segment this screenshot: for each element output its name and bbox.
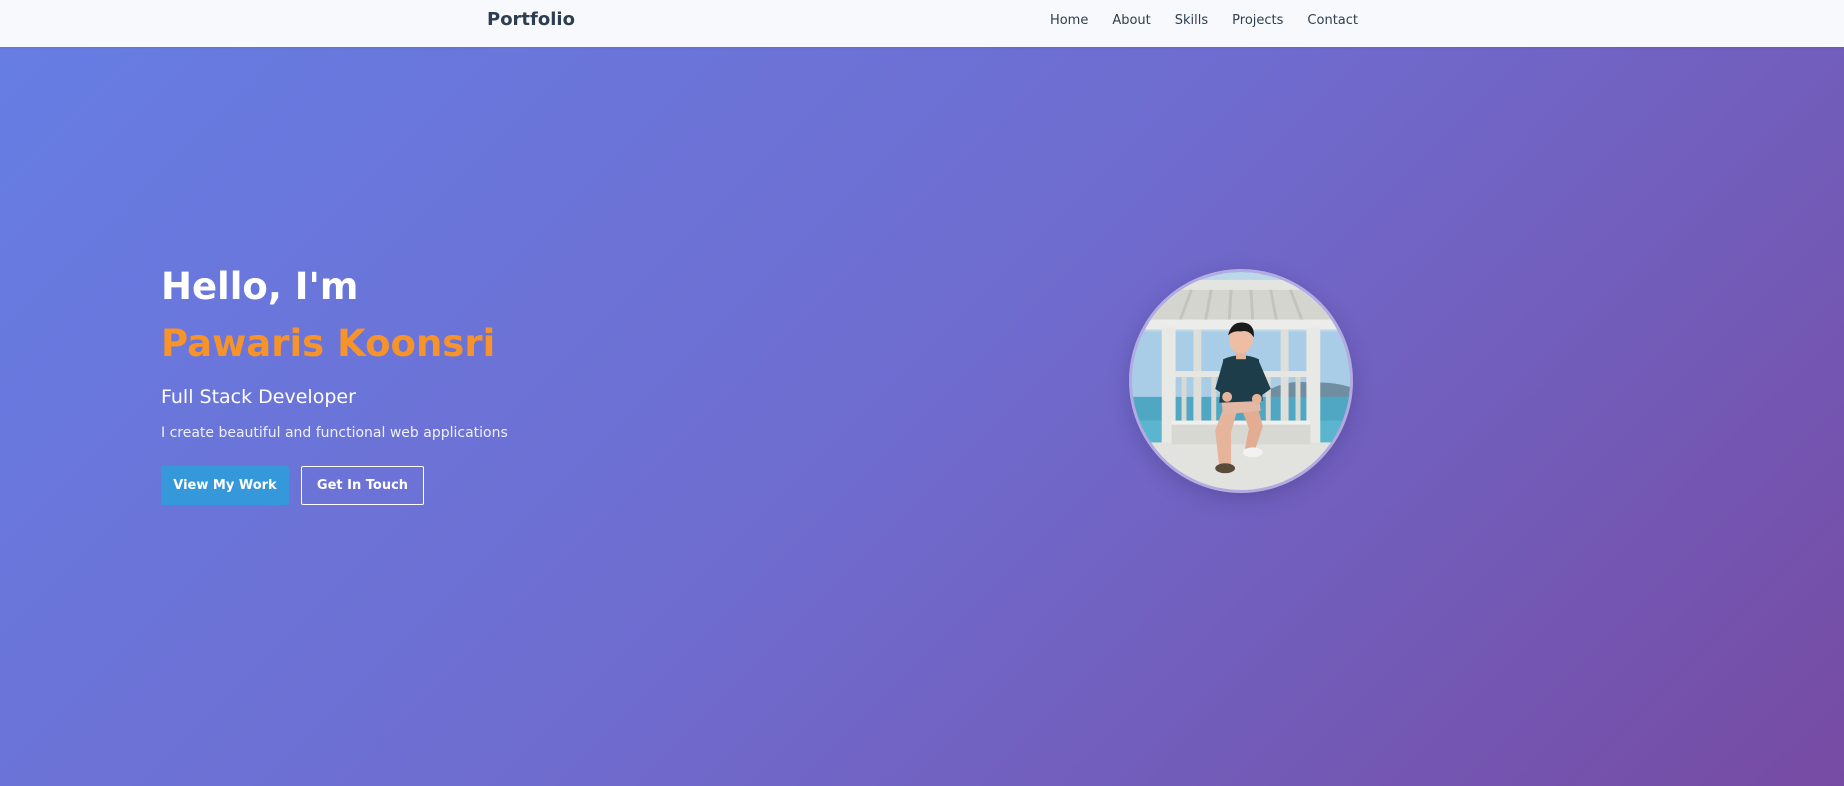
nav-link-about[interactable]: About bbox=[1112, 13, 1150, 29]
nav-link-projects[interactable]: Projects bbox=[1232, 13, 1283, 29]
hero-greeting: Hello, I'm bbox=[161, 265, 359, 308]
nav-link-home[interactable]: Home bbox=[1050, 13, 1088, 29]
get-in-touch-button[interactable]: Get In Touch bbox=[301, 466, 424, 505]
hero-last-name: Koonsri bbox=[337, 322, 496, 365]
hero-title: Hello, I'm Pawaris Koonsri bbox=[161, 258, 521, 372]
hero-description: I create beautiful and functional web ap… bbox=[161, 425, 508, 441]
top-navbar: Portfolio Home About Skills Projects Con… bbox=[0, 0, 1844, 47]
hero-section: Hello, I'm Pawaris Koonsri Full Stack De… bbox=[161, 258, 681, 505]
view-my-work-button[interactable]: View My Work bbox=[161, 466, 289, 505]
profile-avatar bbox=[1129, 269, 1353, 493]
profile-photo bbox=[1132, 272, 1350, 490]
hero-buttons: View My Work Get In Touch bbox=[161, 466, 681, 505]
nav-links: Home About Skills Projects Contact bbox=[1050, 13, 1358, 29]
brand-logo[interactable]: Portfolio bbox=[487, 9, 575, 31]
hero-first-name: Pawaris bbox=[161, 322, 325, 365]
nav-link-skills[interactable]: Skills bbox=[1175, 13, 1208, 29]
nav-link-contact[interactable]: Contact bbox=[1307, 13, 1358, 29]
hero-subtitle: Full Stack Developer bbox=[161, 386, 356, 408]
